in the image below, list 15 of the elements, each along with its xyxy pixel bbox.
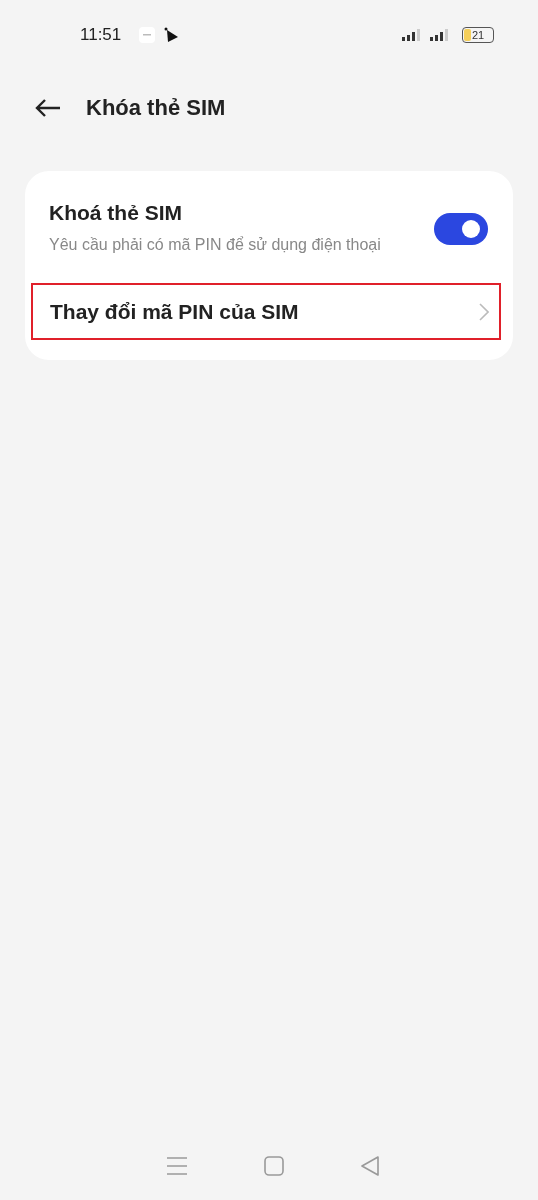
battery-indicator: 21	[462, 27, 494, 43]
chevron-icon	[479, 302, 489, 321]
play-icon	[163, 27, 180, 43]
toggle-switch[interactable]	[434, 213, 488, 245]
back-icon[interactable]	[34, 98, 62, 118]
home-icon[interactable]	[264, 1156, 284, 1176]
status-time: 11:51	[80, 25, 122, 45]
notification-icon	[139, 27, 156, 43]
setting-description: Yêu cầu phải có mã PIN để sử dụng điện thoại	[49, 235, 381, 255]
page-title: Khóa thẻ SIM	[86, 95, 226, 121]
signal-icon	[402, 29, 422, 41]
setting-row[interactable]: Thay đổi mã PIN của SIM	[31, 283, 501, 340]
menu-icon[interactable]	[166, 1157, 187, 1175]
setting-title: Khoá thẻ SIM	[49, 201, 183, 225]
signal-icon	[430, 29, 450, 41]
